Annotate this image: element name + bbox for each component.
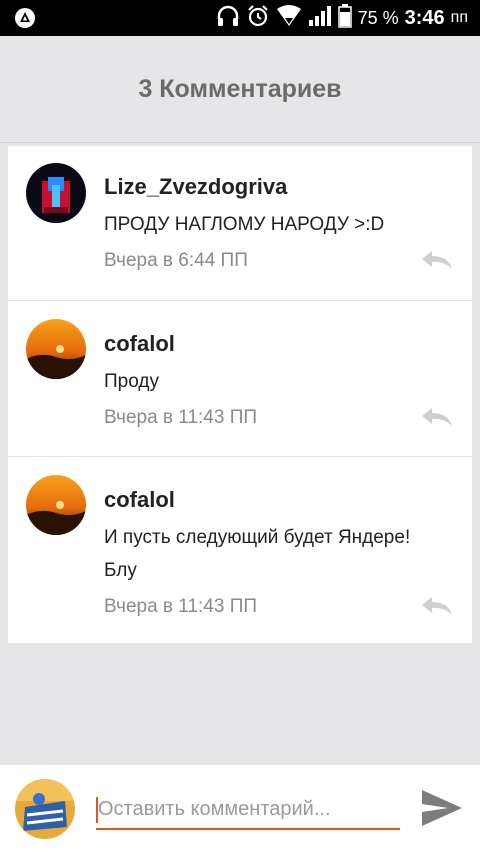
- battery-percent: 75 %: [357, 7, 399, 28]
- avatar[interactable]: [26, 163, 86, 223]
- comment-text-line: Блу: [104, 560, 137, 581]
- comment-text-line: И пусть следующий будет Яндере!: [104, 527, 411, 548]
- signal-icon: [308, 5, 332, 32]
- comment-text: ПРОДУ НАГЛОМУ НАРОДУ >:D: [104, 214, 385, 235]
- battery-icon: [337, 3, 352, 33]
- comment-username[interactable]: cofalol: [104, 331, 175, 357]
- reply-icon[interactable]: [420, 249, 454, 271]
- alarm-icon: [246, 4, 270, 33]
- comment-text: Проду: [104, 371, 159, 392]
- comment-time: Вчера в 11:43 ПП: [104, 596, 258, 617]
- comment-username[interactable]: Lize_Zvezdogriva: [104, 174, 287, 200]
- comments-list: Lize_Zvezdogriva ПРОДУ НАГЛОМУ НАРОДУ >:…: [8, 146, 472, 643]
- comment-input[interactable]: [96, 790, 400, 830]
- headphones-icon: [216, 5, 240, 32]
- page-title: 3 Комментариев: [138, 74, 342, 103]
- reply-icon[interactable]: [420, 595, 454, 617]
- comment-item: cofalol И пусть следующий будет Яндере! …: [8, 456, 472, 644]
- comment-username[interactable]: cofalol: [104, 487, 175, 513]
- text-caret: [96, 797, 98, 823]
- comment-time: Вчера в 11:43 ПП: [104, 407, 258, 428]
- comment-item: cofalol Проду Вчера в 11:43 ПП: [8, 300, 472, 457]
- send-icon[interactable]: [420, 788, 464, 828]
- notification-icon: [14, 7, 36, 34]
- comments-header: 3 Комментариев: [0, 36, 480, 143]
- status-bar: 75 % 3:46 пп: [0, 0, 480, 36]
- avatar[interactable]: [26, 319, 86, 379]
- clock-time: 3:46: [404, 6, 445, 29]
- wifi-icon: [276, 4, 302, 32]
- comment-item: Lize_Zvezdogriva ПРОДУ НАГЛОМУ НАРОДУ >:…: [8, 146, 472, 300]
- avatar[interactable]: [26, 475, 86, 535]
- comment-time: Вчера в 6:44 ПП: [104, 250, 248, 271]
- current-user-avatar: [15, 779, 75, 839]
- clock-ampm: пп: [450, 9, 468, 26]
- reply-icon[interactable]: [420, 406, 454, 428]
